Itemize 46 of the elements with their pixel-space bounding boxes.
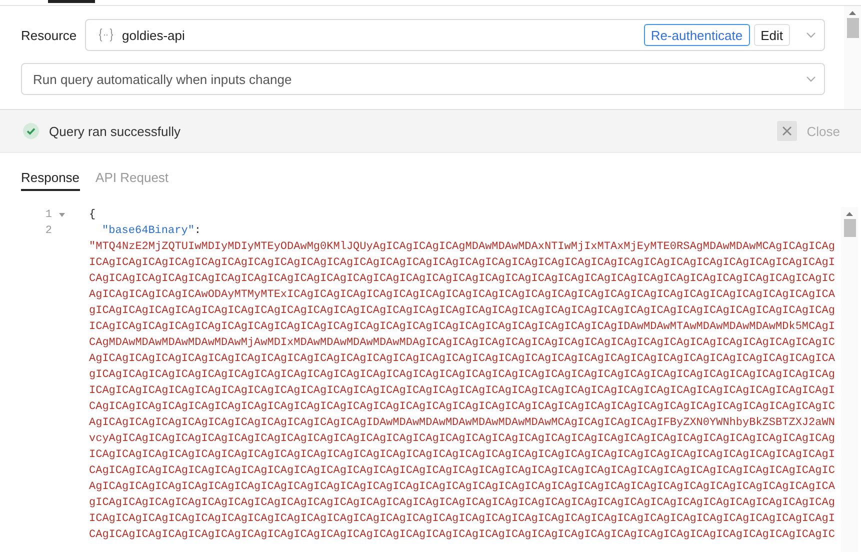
json-string-value: ICAgICAgICAgICAgICAgICAgICAgICAgICAgICAgICAgICAgICAgICAgICAgICAgICAgICAgICAgICAgIDAwMDAwMTAwMDAwMDAwMDAwMDk5MCAgI <box>89 320 836 335</box>
tab[interactable]: Response <box>21 154 80 191</box>
json-string-value: CAgMDAwMDAwMDAwMDAwMDAwMjAwMDIxMDAwMDAwMDAwMDAwMDAgICAgICAgICAgICAgICAgICAgICAgICAgICAgICAgICAgICAgICAgICAgICAgIC <box>89 336 836 351</box>
json-string-value: ICAgICAgICAgICAgICAgICAgICAgICAgICAgICAgICAgICAgICAgICAgICAgICAgICAgICAgICAgICAgICAgICAgICAgICAgICAgICAgICAgICAgI <box>89 384 836 399</box>
json-string-value: ICAgICAgICAgICAgICAgICAgICAgICAgICAgICAgICAgICAgICAgICAgICAgICAgICAgICAgICAgICAgICAgICAgICAgICAgICAgICAgICAgICAgI <box>89 512 836 527</box>
json-string-value: gICAgICAgICAgICAgICAgICAgICAgICAgICAgICAgICAgICAgICAgICAgICAgICAgICAgICAgICAgICAgICAgICAgICAgICAgICAgICAgICAgICAg <box>89 368 836 383</box>
json-string-value: CAgICAgICAgICAgICAgICAgICAgICAgICAgICAgICAgICAgICAgICAgICAgICAgICAgICAgICAgICAgICAgICAgICAgICAgICAgICAgICAgICAgIC <box>89 528 836 543</box>
braces-icon <box>98 28 114 42</box>
close-icon <box>782 126 792 136</box>
json-string-value: ICAgICAgICAgICAgICAgICAgICAgICAgICAgICAgICAgICAgICAgICAgICAgICAgICAgICAgICAgICAgICAgICAgICAgICAgICAgICAgICAgICAgI <box>89 448 836 463</box>
reauthenticate-button[interactable]: Re-authenticate <box>644 24 750 46</box>
scroll-up-arrow-icon[interactable] <box>845 211 854 217</box>
fold-caret-icon[interactable] <box>59 213 65 217</box>
json-string-value: AgICAgICAgICAgICAwODAyMTMyMTExICAgICAgICAgICAgICAgICAgICAgICAgICAgICAgICAgICAgICAgICAgICAgICAgICAgICAgICAgICAgICA <box>89 288 836 303</box>
json-string-value: CAgICAgICAgICAgICAgICAgICAgICAgICAgICAgICAgICAgICAgICAgICAgICAgICAgICAgICAgICAgICAgICAgICAgICAgICAgICAgICAgICAgIC <box>89 464 836 479</box>
resource-name: goldies-api <box>122 28 185 42</box>
chevron-down-icon <box>806 76 816 82</box>
json-string-value: CAgICAgICAgICAgICAgICAgICAgICAgICAgICAgICAgICAgICAgICAgICAgICAgICAgICAgICAgICAgICAgICAgICAgICAgICAgICAgICAgICAgIC <box>89 400 836 415</box>
json-key: "base64Binary" <box>102 225 194 237</box>
scrollbar-thumb[interactable] <box>844 219 856 237</box>
json-string-value: ICAgICAgICAgICAgICAgICAgICAgICAgICAgICAgICAgICAgICAgICAgICAgICAgICAgICAgICAgICAgICAgICAgICAgICAgICAgICAgICAgICAgI <box>89 256 836 271</box>
trigger-select-value: Run query automatically when inputs change <box>33 72 292 86</box>
edit-button[interactable]: Edit <box>754 24 790 46</box>
scroll-up-arrow-icon[interactable] <box>848 10 857 16</box>
trigger-select[interactable]: Run query automatically when inputs change <box>21 63 825 95</box>
json-string-value: CAgICAgICAgICAgICAgICAgICAgICAgICAgICAgICAgICAgICAgICAgICAgICAgICAgICAgICAgICAgICAgICAgICAgICAgICAgICAgICAgICAgIC <box>89 272 836 287</box>
json-string-value: AgICAgICAgICAgICAgICAgICAgICAgICAgICAgICAgIDAwMDAwMDAwMDAwMDAwMDAwMDAwMCAgICAgICAgICAgIFByZXN0YWNhbyBkZSBTZXJ2aWN <box>89 416 836 431</box>
scrollbar[interactable] <box>844 6 861 109</box>
json-colon: : <box>194 225 202 237</box>
chevron-down-icon[interactable] <box>806 32 816 38</box>
scrollbar-thumb[interactable] <box>846 18 858 38</box>
json-string-value: gICAgICAgICAgICAgICAgICAgICAgICAgICAgICAgICAgICAgICAgICAgICAgICAgICAgICAgICAgICAgICAgICAgICAgICAgICAgICAgICAgICAg <box>89 304 836 319</box>
resource-select[interactable]: goldies-api Re-authenticate Edit <box>85 19 825 51</box>
json-brace: { <box>89 209 96 221</box>
json-string-value: AgICAgICAgICAgICAgICAgICAgICAgICAgICAgICAgICAgICAgICAgICAgICAgICAgICAgICAgICAgICAgICAgICAgICAgICAgICAgICAgICAgICA <box>89 352 836 367</box>
line-number: 1 <box>44 208 52 223</box>
json-string-value: gICAgICAgICAgICAgICAgICAgICAgICAgICAgICAgICAgICAgICAgICAgICAgICAgICAgICAgICAgICAgICAgICAgICAgICAgICAgICAgICAgICAg <box>89 496 836 511</box>
scrollbar[interactable] <box>841 207 858 552</box>
line-number: 2 <box>44 224 52 239</box>
check-circle-icon <box>23 123 39 139</box>
json-string-value: AgICAgICAgICAgICAgICAgICAgICAgICAgICAgICAgICAgICAgICAgICAgICAgICAgICAgICAgICAgICAgICAgICAgICAgICAgICAgICAgICAgICA <box>89 480 836 495</box>
tab-indicator <box>48 0 95 3</box>
json-string-value: "MTQ4NzE2MjZQTUIwMDIyMDIyMTEyODAwMg0KMlJQUyAgICAgICAgICAgMDAwMDAwMDAxNTIwMjIxMTAxMjEyMTE0RSAgMDAwMDAwMCAgICAgICAg <box>89 240 836 255</box>
resource-label: Resource <box>21 28 78 42</box>
json-string-value: vcyAgICAgICAgICAgICAgICAgICAgICAgICAgICAgICAgICAgICAgICAgICAgICAgICAgICAgICAgICAgICAgICAgICAgICAgICAgICAgICAgICAg <box>89 432 836 447</box>
status-message: Query ran successfully <box>49 124 180 138</box>
